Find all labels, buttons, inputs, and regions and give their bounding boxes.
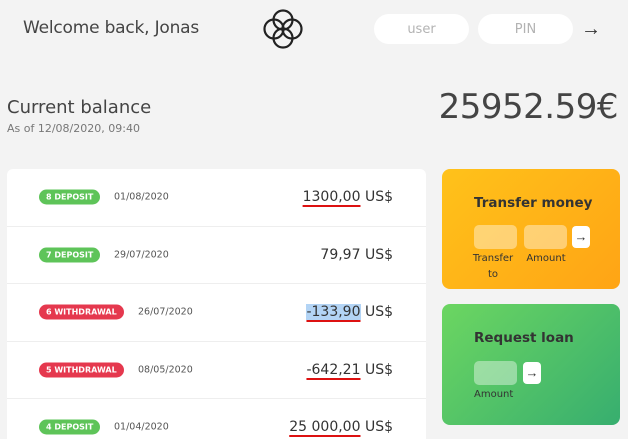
movement-amount: 1300,00 bbox=[302, 189, 361, 206]
login-button[interactable]: → bbox=[580, 16, 602, 42]
transfer-amount-input[interactable] bbox=[524, 225, 567, 249]
movement-value: -133,90 US$ bbox=[306, 304, 393, 321]
balance-date: As of 12/08/2020, 09:40 bbox=[7, 122, 140, 135]
movement-currency: US$ bbox=[364, 246, 393, 263]
movement-row: 4 DEPOSIT 01/04/2020 25 000,00 US$ bbox=[7, 399, 426, 439]
balance-label: Current balance bbox=[7, 97, 152, 118]
loan-amount-label: Amount bbox=[474, 389, 514, 400]
loan-button[interactable]: → bbox=[523, 362, 541, 384]
movement-date: 01/08/2020 bbox=[114, 191, 169, 203]
movement-date: 26/07/2020 bbox=[138, 306, 193, 318]
movement-type-badge: 5 WITHDRAWAL bbox=[39, 362, 124, 378]
movement-value: 25 000,00 US$ bbox=[289, 419, 393, 435]
movement-row: 5 WITHDRAWAL 08/05/2020 -642,21 US$ bbox=[7, 342, 426, 399]
arrow-right-icon: → bbox=[581, 18, 601, 40]
movement-amount: -133,90 bbox=[306, 304, 361, 321]
movement-row: 7 DEPOSIT 29/07/2020 79,97 US$ bbox=[7, 227, 426, 284]
transfer-to-input[interactable] bbox=[474, 225, 517, 249]
movement-amount: -642,21 bbox=[306, 361, 361, 378]
arrow-right-icon: → bbox=[574, 229, 588, 244]
arrow-right-icon: → bbox=[525, 365, 539, 380]
welcome-message: Welcome back, Jonas bbox=[23, 18, 200, 38]
loan-amount-input[interactable] bbox=[474, 361, 517, 385]
movement-type-badge: 7 DEPOSIT bbox=[39, 247, 101, 263]
movement-currency: US$ bbox=[364, 304, 393, 321]
movement-date: 29/07/2020 bbox=[114, 249, 169, 261]
movement-currency: US$ bbox=[364, 189, 393, 206]
login-pin-input[interactable] bbox=[478, 14, 573, 44]
transfer-to-label: Transfer to bbox=[472, 253, 514, 280]
transfer-amount-label: Amount bbox=[526, 253, 566, 264]
balance-value: 25952.59€ bbox=[438, 87, 619, 127]
movement-amount: 79,97 bbox=[320, 246, 361, 263]
transfer-card: Transfer money → Transfer to Amount bbox=[442, 169, 620, 289]
movement-row: 6 WITHDRAWAL 26/07/2020 -133,90 US$ bbox=[7, 284, 426, 342]
movement-type-badge: 4 DEPOSIT bbox=[39, 419, 101, 435]
loan-title: Request loan bbox=[474, 330, 574, 346]
movement-currency: US$ bbox=[364, 361, 393, 378]
movement-amount: 25 000,00 bbox=[289, 419, 361, 436]
movement-value: -642,21 US$ bbox=[306, 362, 393, 378]
movement-type-badge: 8 DEPOSIT bbox=[39, 189, 101, 205]
app: Welcome back, Jonas → Current balance As… bbox=[0, 0, 628, 439]
movement-value: 1300,00 US$ bbox=[303, 189, 393, 205]
movement-currency: US$ bbox=[364, 419, 393, 436]
movement-type-badge: 6 WITHDRAWAL bbox=[39, 304, 124, 320]
movement-date: 08/05/2020 bbox=[138, 364, 193, 376]
movement-row: 8 DEPOSIT 01/08/2020 1300,00 US$ bbox=[7, 169, 426, 227]
bankist-logo-icon bbox=[263, 9, 303, 49]
login-user-input[interactable] bbox=[374, 14, 469, 44]
movements-list[interactable]: 8 DEPOSIT 01/08/2020 1300,00 US$ 7 DEPOSIT 2… bbox=[7, 169, 426, 439]
movement-date: 01/04/2020 bbox=[114, 421, 169, 433]
movement-value: 79,97 US$ bbox=[320, 247, 393, 263]
transfer-button[interactable]: → bbox=[572, 226, 590, 248]
transfer-title: Transfer money bbox=[474, 195, 593, 211]
loan-card: Request loan → Amount bbox=[442, 304, 620, 425]
